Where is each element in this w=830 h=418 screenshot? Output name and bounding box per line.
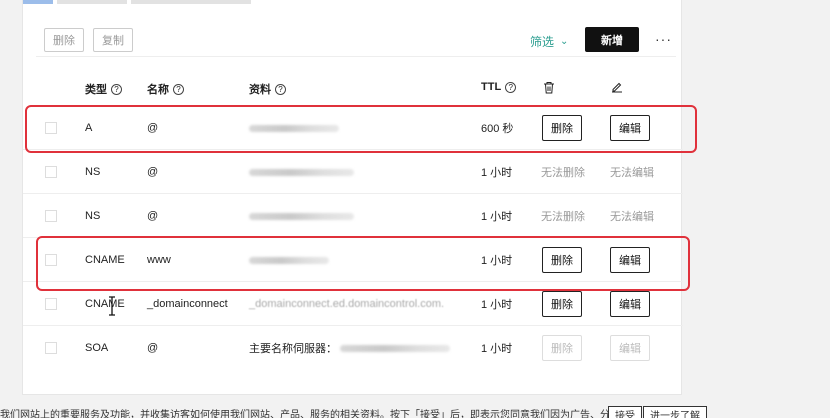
record-name: @	[147, 342, 159, 354]
table-row: CNAME www 1 小时 删除 编辑	[23, 238, 683, 282]
record-data	[249, 194, 354, 238]
cannot-delete-text: 无法删除	[541, 211, 585, 223]
record-name: @	[147, 210, 159, 222]
record-ttl: 600 秒	[481, 123, 514, 135]
table-row: A @ 600 秒 删除 编辑	[23, 106, 683, 150]
cannot-edit-text: 无法编辑	[610, 211, 654, 223]
record-name: @	[147, 122, 159, 134]
table-row: SOA @ 主要名称伺服器： 1 小时 删除 编辑	[23, 326, 683, 370]
record-data-label: 主要名称伺服器：	[249, 343, 337, 355]
help-icon[interactable]: ?	[111, 83, 122, 95]
row-checkbox[interactable]	[45, 166, 57, 178]
header-type-label: 类型	[85, 84, 107, 96]
header-type: 类型 ?	[85, 81, 122, 97]
more-options-icon[interactable]: ···	[655, 31, 672, 47]
header-ttl-label: TTL	[481, 81, 502, 93]
learn-more-button[interactable]: 进一步了解	[643, 406, 707, 418]
header-name: 名称 ?	[147, 81, 184, 97]
row-checkbox[interactable]	[45, 122, 57, 134]
help-icon[interactable]: ?	[173, 83, 184, 95]
table-header: 类型 ? 名称 ? 资料 ? TTL ?	[23, 76, 683, 100]
table-row: NS @ 1 小时 无法删除 无法编辑	[23, 194, 683, 238]
cannot-delete-text: 无法删除	[541, 167, 585, 179]
text-cursor-icon	[109, 296, 115, 316]
help-icon[interactable]: ?	[505, 81, 517, 93]
record-name: _domainconnect	[147, 298, 228, 310]
dns-records-card: 删除 复制 筛选 ⌄ 新增 ··· 类型 ? 名称 ? 资料 ? TTL ? A…	[22, 0, 683, 395]
record-type: A	[85, 122, 93, 134]
edit-button[interactable]: 编辑	[610, 291, 650, 317]
delete-button-disabled: 删除	[542, 335, 582, 361]
header-ttl: TTL ?	[481, 81, 517, 93]
record-type: CNAME	[85, 298, 125, 310]
trash-icon	[543, 81, 555, 94]
cookie-banner: 我们网站上的重要服务及功能，并收集访客如何使用我们网站、产品、服务的相关资料。按…	[0, 404, 830, 418]
table-row: CNAME _domainconnect _domainconnect.ed.d…	[23, 282, 683, 326]
record-ttl: 1 小时	[481, 343, 513, 355]
edit-button[interactable]: 编辑	[610, 247, 650, 273]
delete-button[interactable]: 删除	[542, 115, 582, 141]
filter-label: 筛选	[530, 35, 555, 49]
record-type: CNAME	[85, 254, 125, 266]
row-checkbox[interactable]	[45, 210, 57, 222]
record-type: NS	[85, 210, 101, 222]
row-checkbox[interactable]	[45, 298, 57, 310]
cannot-edit-text: 无法编辑	[610, 167, 654, 179]
record-ttl: 1 小时	[481, 167, 513, 179]
cookie-text: 我们网站上的重要服务及功能，并收集访客如何使用我们网站、产品、服务的相关资料。按…	[0, 410, 640, 418]
edit-button[interactable]: 编辑	[610, 115, 650, 141]
record-data	[249, 238, 329, 282]
record-ttl: 1 小时	[481, 211, 513, 223]
record-ttl: 1 小时	[481, 255, 513, 267]
table-row: NS @ 1 小时 无法删除 无法编辑	[23, 150, 683, 194]
record-ttl: 1 小时	[481, 299, 513, 311]
accept-button[interactable]: 接受	[608, 406, 642, 418]
record-name: www	[147, 254, 171, 266]
row-checkbox[interactable]	[45, 254, 57, 266]
record-name: @	[147, 166, 159, 178]
record-data	[249, 106, 339, 150]
header-name-label: 名称	[147, 84, 169, 96]
record-data: 主要名称伺服器：	[249, 326, 450, 370]
row-checkbox[interactable]	[45, 342, 57, 354]
delete-button[interactable]: 删除	[542, 247, 582, 273]
chevron-down-icon: ⌄	[560, 36, 569, 47]
copy-button[interactable]: 复制	[93, 28, 133, 52]
help-icon[interactable]: ?	[275, 83, 286, 95]
record-type: NS	[85, 166, 101, 178]
bulk-delete-button[interactable]: 删除	[44, 28, 84, 52]
record-data: _domainconnect.ed.domaincontrol.com.	[249, 298, 445, 310]
header-data: 资料 ?	[249, 81, 286, 97]
record-data	[249, 150, 354, 194]
toolbar: 删除 复制 筛选 ⌄ 新增 ···	[36, 17, 676, 57]
top-text-fragment	[23, 0, 273, 4]
filter-dropdown[interactable]: 筛选 ⌄	[530, 33, 568, 50]
record-type: SOA	[85, 342, 109, 354]
pencil-icon	[611, 81, 623, 93]
edit-button-disabled: 编辑	[610, 335, 650, 361]
delete-button[interactable]: 删除	[542, 291, 582, 317]
add-record-button[interactable]: 新增	[585, 27, 639, 52]
header-data-label: 资料	[249, 84, 271, 96]
